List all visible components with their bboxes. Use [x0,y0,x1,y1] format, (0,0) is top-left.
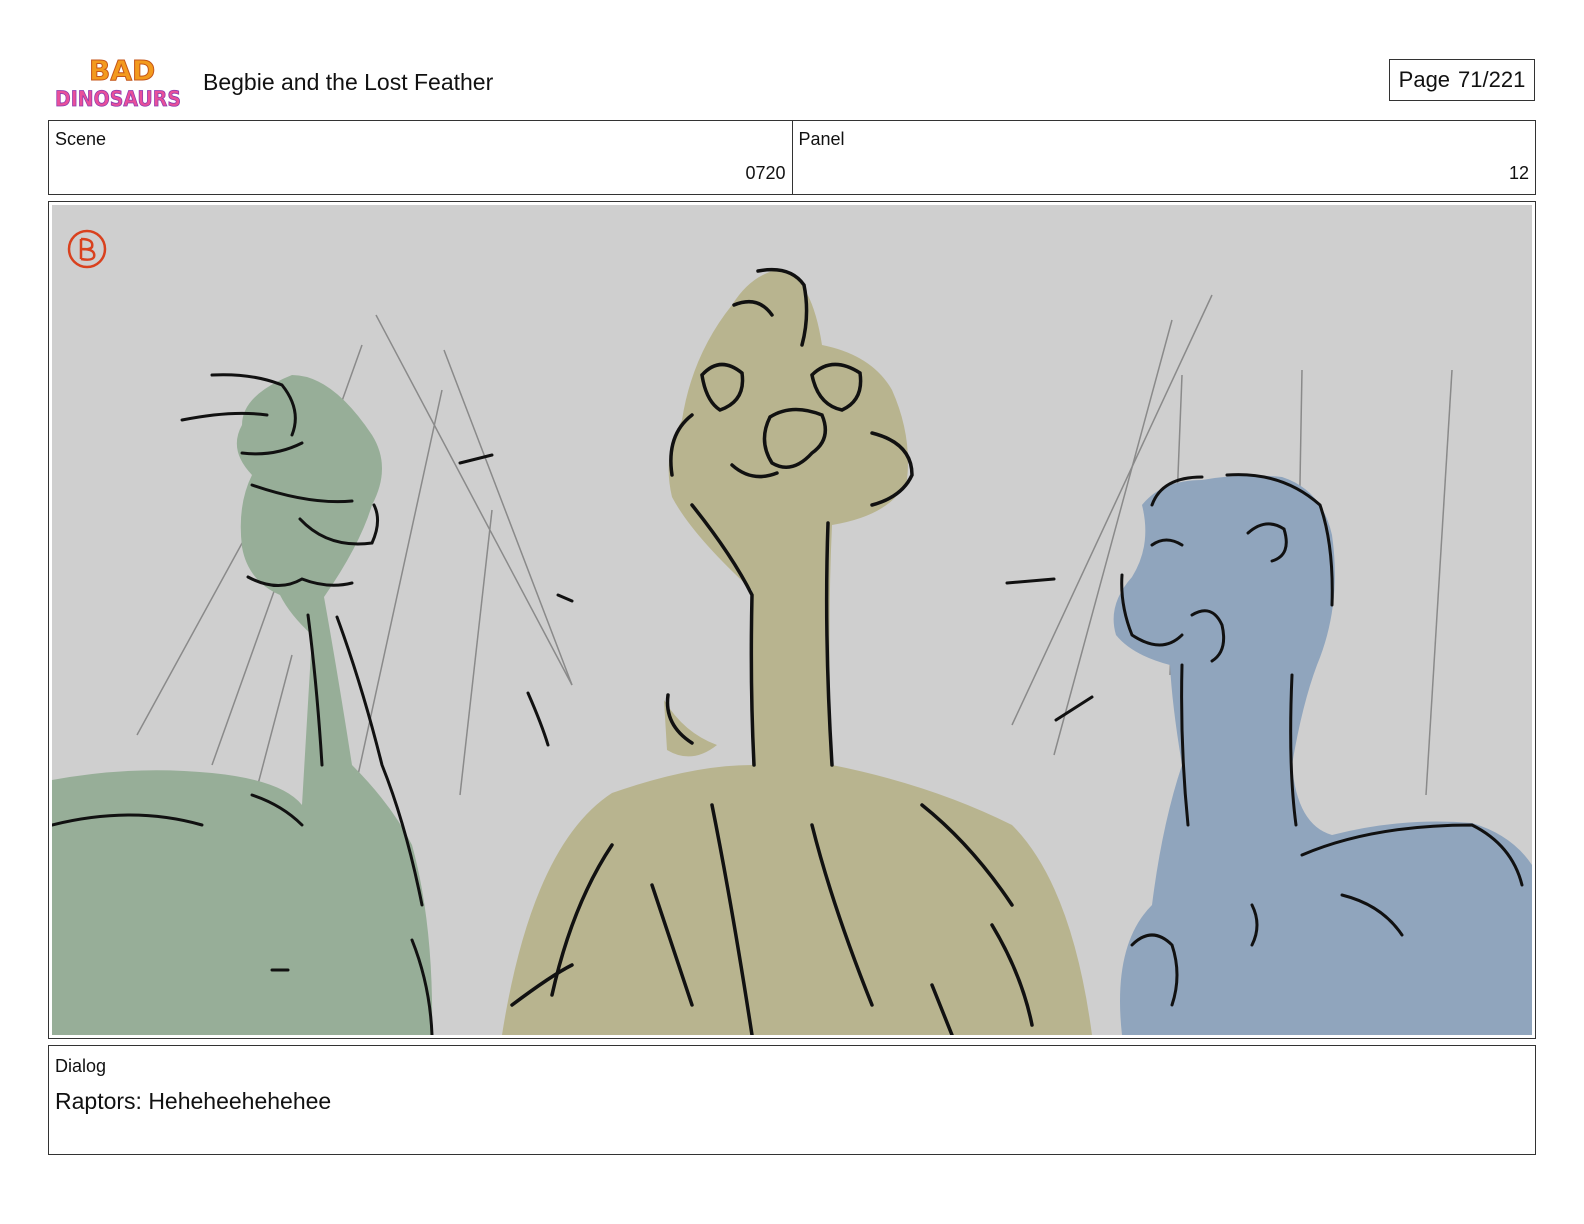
page-label: Page [1398,67,1451,92]
document-title: Begbie and the Lost Feather [203,69,494,95]
show-logo: BAD DINOSAURS [53,54,183,112]
panel-label: Panel [798,129,845,149]
scene-label: Scene [55,129,107,149]
scene-cell: Scene 0720 [49,121,792,194]
panel-number: 12 [1508,163,1529,183]
svg-text:BAD: BAD [89,54,155,87]
storyboard-drawing [52,205,1532,1035]
scene-number: 0720 [745,163,786,183]
storyboard-panel [48,201,1536,1039]
svg-text:DINOSAURS: DINOSAURS [55,87,181,111]
page-indicator: Page 71/221 [1389,59,1535,101]
b-mark-icon [67,229,107,269]
page-number: 71/221 [1458,67,1526,92]
panel-cell: Panel 12 [791,121,1536,194]
raptors-sketch [52,229,1532,1035]
center-raptor-figure [502,267,1092,1035]
left-raptor-figure [52,373,434,1035]
right-raptor-figure [1113,473,1532,1035]
scene-panel-row: Scene 0720 Panel 12 [48,120,1536,195]
dialog-text: Raptors: Heheheehehehee [55,1088,332,1114]
dialog-label: Dialog [55,1056,107,1076]
dialog-box: Dialog Raptors: Heheheehehehee [48,1045,1536,1155]
